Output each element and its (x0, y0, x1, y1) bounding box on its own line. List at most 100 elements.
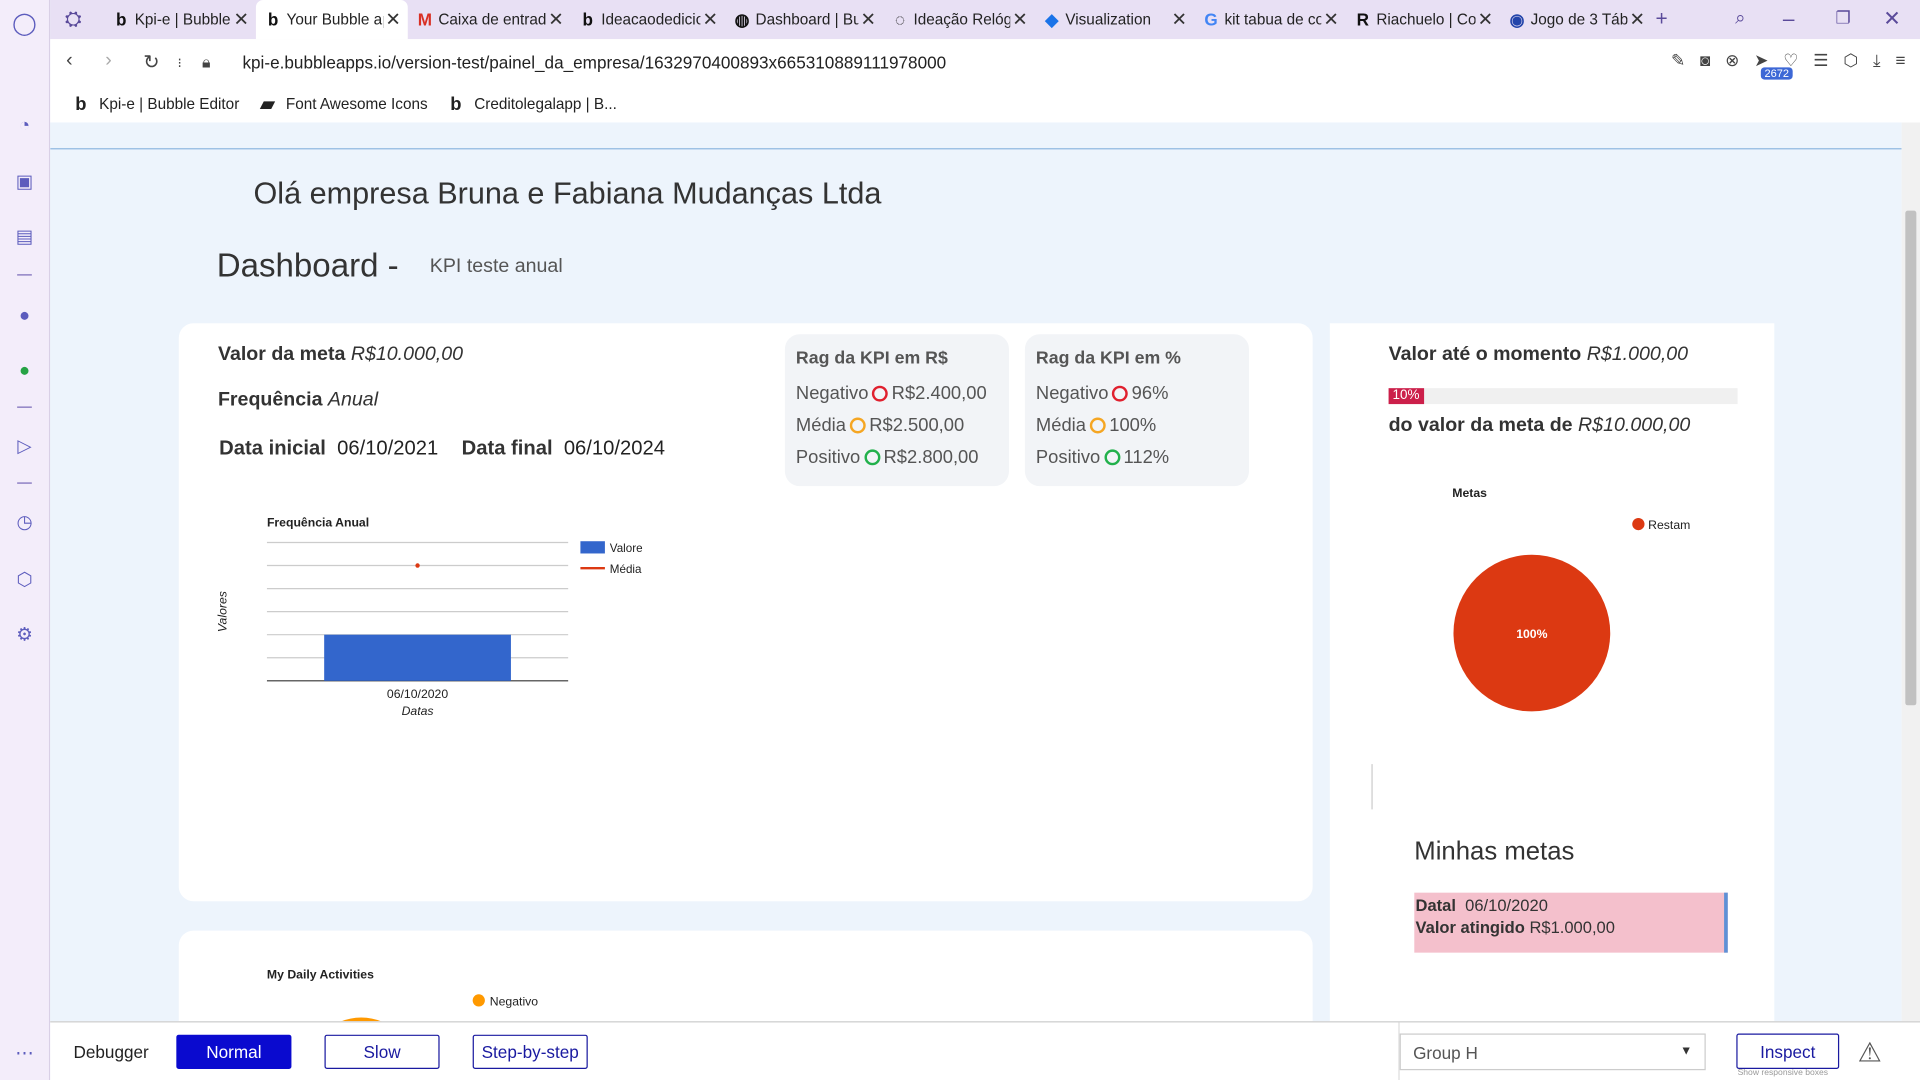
lines-icon[interactable]: ☰ (1813, 50, 1828, 71)
messenger-icon[interactable]: ● (12, 302, 36, 326)
page-scrollbar[interactable] (1901, 122, 1920, 1022)
tab-close-icon[interactable]: ✕ (1169, 9, 1189, 31)
tab-favicon-icon: ◉ (1509, 9, 1525, 29)
browser-tab[interactable]: ◆ Visualization ✕ (1035, 0, 1194, 39)
rag-label: Positivo (795, 446, 861, 468)
history-icon[interactable]: ◷ (12, 509, 36, 533)
easy-setup-icon[interactable]: ≡ (1895, 50, 1905, 71)
warning-icon[interactable]: ⚠ (1858, 1037, 1882, 1069)
browser-tab[interactable]: Gkit tabua de corte✕ (1194, 0, 1346, 39)
tab-label: Jogo de 3 Tábuas (1530, 11, 1628, 29)
activities-card: My Daily Activities Negativo (178, 930, 1313, 1022)
tab-close-icon[interactable]: ✕ (1627, 9, 1647, 31)
tab-close-icon[interactable]: ✕ (700, 9, 720, 31)
block-icon[interactable]: ⊗ (1725, 50, 1739, 71)
download-icon[interactable]: ⤓ (1873, 50, 1881, 71)
browser-tab[interactable]: ◍ Dashboard | Bubble✕ (725, 0, 883, 39)
browser-tab[interactable]: M Caixa de entrada ✕ (408, 0, 571, 39)
tab-label: Kpi-e | Bubble (134, 11, 231, 29)
player-icon[interactable]: ▷ (12, 433, 36, 457)
slice-label: 100% (1516, 627, 1547, 641)
opera-sidebar: ◯ ◔ ▣ ▤ ● ● ▷ ◷ ⬡ ⚙ ⋯ (0, 0, 51, 1080)
browser-tab[interactable]: b Kpi-e | Bubble ✕ (104, 0, 256, 39)
browser-tab[interactable]: b Ideacaodedicio ✕ (571, 0, 725, 39)
rag-value: 96% (1131, 383, 1169, 405)
minimize-icon[interactable]: – (1783, 7, 1795, 31)
browser-tab[interactable]: R Riachuelo | Compras✕ (1346, 0, 1500, 39)
goal-item[interactable]: Datal 06/10/2020 Valor atingido R$1.000,… (1414, 892, 1728, 953)
camera-icon[interactable]: ◙ (1700, 50, 1710, 71)
kpi-summary-card: Valor da meta R$10.000,00 Frequência Anu… (178, 323, 1313, 902)
settings-gear-icon[interactable]: ⚙ (12, 622, 36, 646)
bookmark-item[interactable]: b Creditolegalapp | B... (445, 94, 617, 115)
extension-cube-icon[interactable]: ⬡ (1843, 50, 1858, 71)
url-input[interactable]: kpi-e.bubbleapps.io/version-test/painel_… (242, 53, 946, 73)
start-date-field: Data inicial 06/10/2021 (219, 437, 438, 460)
chevron-down-icon: ▼ (1680, 1044, 1693, 1058)
restore-icon[interactable]: ❐ (1836, 7, 1851, 28)
tab-label: Ideacaodedicio (601, 11, 701, 29)
opera-logo-icon[interactable]: ◯ (12, 10, 37, 35)
back-icon[interactable]: ‹ (66, 50, 73, 72)
mode-step-button[interactable]: Step-by-step (472, 1034, 588, 1069)
mode-slow-button[interactable]: Slow (324, 1034, 440, 1069)
inspect-button[interactable]: Inspect (1736, 1033, 1840, 1069)
x-axis-label: Datas (402, 704, 434, 718)
window-close-icon[interactable]: ✕ (1883, 7, 1900, 31)
meta-value: R$10.000,00 (350, 344, 464, 365)
twitch-icon[interactable]: ▤ (12, 224, 36, 248)
forward-icon[interactable]: › (105, 50, 112, 72)
chart-title: Frequência Anual (267, 516, 369, 530)
kpi-name: KPI teste anual (429, 255, 563, 277)
bookmarks-bar: b Kpi-e | Bubble Editor ▰ Font Awesome Icon… (50, 85, 1920, 123)
tab-favicon-icon: b (582, 9, 594, 30)
whatsapp-icon[interactable]: ● (12, 358, 36, 382)
frequency-field: Frequência Anual (218, 389, 378, 411)
sidebar-separator (17, 274, 32, 276)
goal-value-row: Valor atingido R$1.000,00 (1416, 917, 1723, 939)
scroll-thumb[interactable] (1905, 210, 1917, 706)
speed-dial-icon[interactable]: ◔ (12, 113, 36, 137)
rag-pct-title: Rag da KPI em % (1035, 348, 1181, 369)
more-url-icon[interactable]: ⁝ (178, 55, 182, 71)
chart-title: My Daily Activities (267, 967, 374, 981)
new-tab-plus-icon[interactable]: + (1656, 7, 1668, 31)
end-date-field: Data final 06/10/2024 (462, 437, 665, 460)
extensions-cube-icon[interactable]: ⬡ (12, 567, 36, 591)
tab-close-icon[interactable]: ✕ (546, 9, 566, 31)
lock-icon[interactable]: 🔒︎ (202, 53, 210, 73)
rag-value: R$2.800,00 (883, 446, 979, 468)
bag-icon[interactable]: ▣ (12, 169, 36, 193)
sidebar-separator (17, 482, 32, 484)
element-select[interactable]: Group H ▼ (1399, 1033, 1706, 1071)
rag-row: Negativo 96% (1036, 383, 1169, 404)
frequency-value: Anual (327, 389, 379, 411)
edit-icon[interactable]: ✎ (1671, 50, 1685, 71)
tab-close-icon[interactable]: ✕ (231, 9, 251, 31)
bookmark-item[interactable]: b Kpi-e | Bubble Editor (70, 94, 239, 115)
bookmark-item[interactable]: ▰ Font Awesome Icons (256, 93, 427, 115)
tab-workspace-icon[interactable]: ⛭ (65, 7, 82, 31)
debugger-label: Debugger (73, 1042, 149, 1062)
browser-tab[interactable]: ◉ Jogo de 3 Tábuas✕ (1500, 0, 1652, 39)
rag-row: Positivo R$2.800,00 (796, 447, 979, 468)
tab-close-icon[interactable]: ✕ (1010, 9, 1030, 31)
more-dots-icon[interactable]: ⋯ (12, 1041, 36, 1065)
tab-close-icon[interactable]: ✕ (383, 9, 403, 31)
tab-close-icon[interactable]: ✕ (1321, 9, 1341, 31)
y-axis-label: Valores (216, 591, 230, 632)
frequency-label: Frequência (217, 389, 323, 411)
browser-tab[interactable]: ◌ Ideação Relógio✕ (883, 0, 1035, 39)
bar (324, 634, 511, 681)
tab-close-icon[interactable]: ✕ (858, 9, 878, 31)
rag-rs-panel: Rag da KPI em R$ Negativo R$2.400,00 Média… (784, 334, 1009, 487)
reload-icon[interactable]: ↻ (143, 50, 159, 74)
status-ring-icon (849, 417, 866, 434)
bookmark-favicon-icon: b (450, 93, 462, 115)
mode-normal-button[interactable]: Normal (176, 1034, 292, 1069)
tab-close-icon[interactable]: ✕ (1476, 9, 1496, 31)
meta-total-value: R$10.000,00 (1578, 415, 1691, 436)
browser-tab[interactable]: b Your Bubble app✕ (255, 0, 408, 40)
tab-search-icon[interactable]: ⌕ (1735, 7, 1745, 28)
tab-favicon-icon: ◌ (894, 9, 906, 30)
